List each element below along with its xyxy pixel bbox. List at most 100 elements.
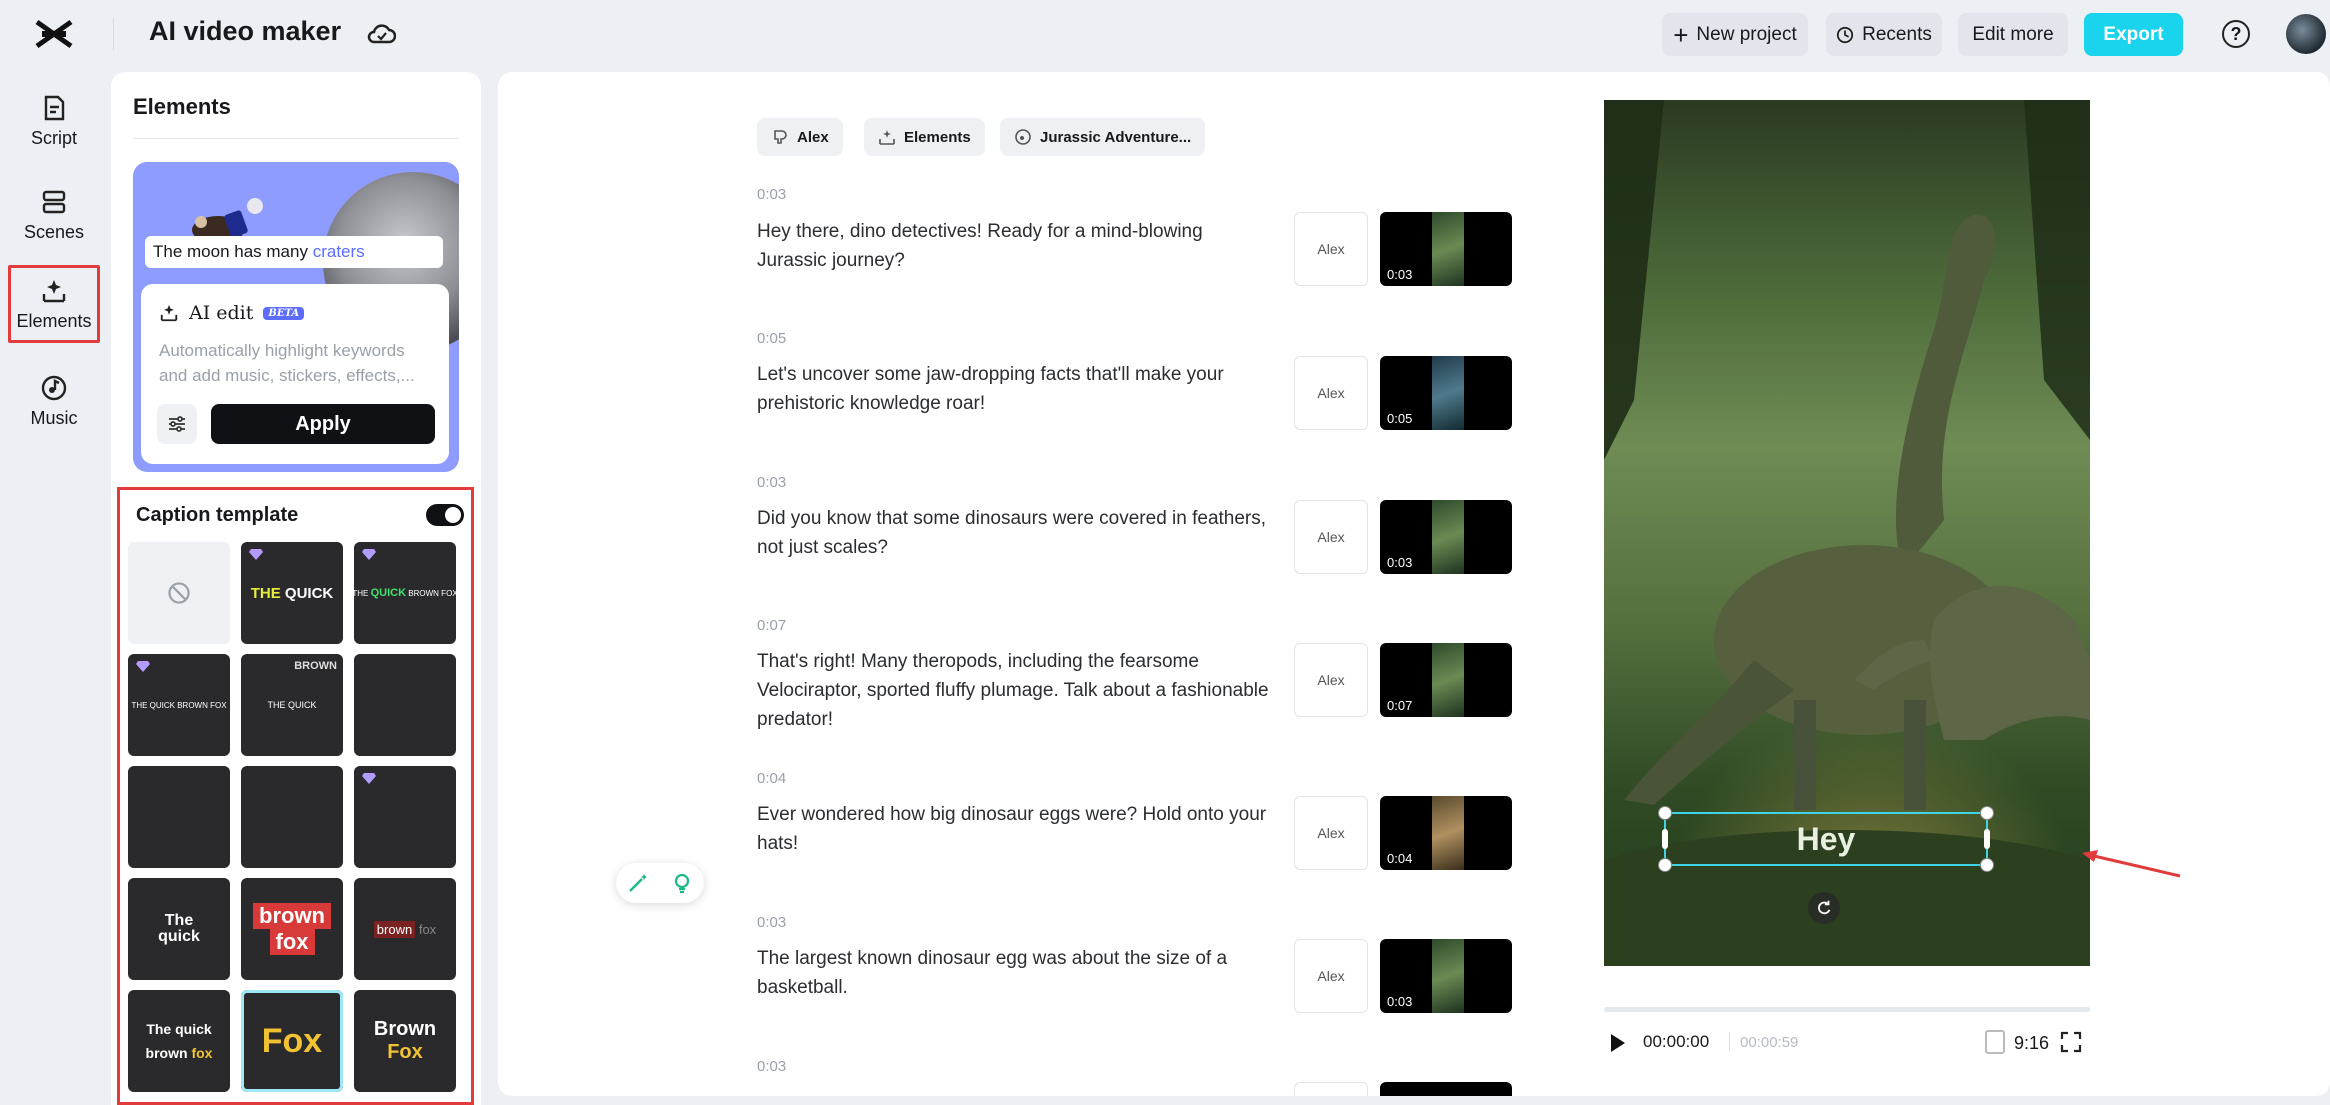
capcut-logo-icon[interactable]: [34, 16, 74, 52]
help-icon[interactable]: ?: [2222, 20, 2250, 48]
caption-selection-box[interactable]: Hey: [1658, 806, 1994, 872]
rotate-handle-icon[interactable]: [1808, 892, 1840, 924]
total-time: 00:00:59: [1740, 1034, 1799, 1051]
caption-template-5[interactable]: BROWN THE QUICK: [241, 654, 343, 756]
aspect-ratio[interactable]: 9:16: [2014, 1033, 2049, 1054]
scene-script-text[interactable]: The largest known dinosaur egg was about…: [757, 944, 1277, 1002]
elements-panel: Elements The moon has many craters AI ed…: [111, 72, 481, 1105]
fullscreen-icon[interactable]: [2060, 1031, 2082, 1053]
scene-thumbnail[interactable]: 0:03: [1380, 939, 1512, 1013]
scene-thumbnail[interactable]: 0:03: [1380, 500, 1512, 574]
script-icon: [44, 95, 65, 120]
caption-template-4[interactable]: THE QUICK BROWN FOX: [128, 654, 230, 756]
scene-thumbnail[interactable]: 0:05: [1380, 356, 1512, 430]
scene-duration: 0:03: [1387, 994, 1413, 1009]
scene-voice-card[interactable]: Alex: [1294, 500, 1368, 574]
aspect-ratio-icon[interactable]: [1985, 1030, 2005, 1054]
scene-script-text[interactable]: That's right! Many theropods, including …: [757, 647, 1277, 734]
scene-thumbnail[interactable]: [1380, 1082, 1512, 1096]
caption-template-14[interactable]: Fox: [241, 990, 343, 1092]
header-divider: [113, 18, 114, 50]
caption-template-9[interactable]: [354, 766, 456, 868]
ai-edit-card: AI edit BETA Automatically highlight key…: [141, 284, 449, 464]
resize-handle-bottom-left[interactable]: [1658, 858, 1672, 872]
thumbnail-frame: [1432, 643, 1464, 717]
adjust-settings-button[interactable]: [157, 404, 197, 444]
scene-voice-card[interactable]: Alex: [1294, 212, 1368, 286]
sliders-icon: [169, 416, 185, 432]
current-time: 00:00:00: [1643, 1032, 1710, 1051]
resize-handle-top-left[interactable]: [1658, 806, 1672, 820]
caption-template-3[interactable]: THE QUICK BROWN FOX: [354, 542, 456, 644]
scene-voice-card[interactable]: Alex: [1294, 939, 1368, 1013]
plus-icon: +: [1673, 19, 1689, 50]
cloud-sync-icon[interactable]: [366, 20, 397, 48]
recents-button[interactable]: Recents: [1826, 13, 1942, 56]
no-template-icon: [168, 582, 190, 604]
rail-item-scenes[interactable]: Scenes: [8, 178, 100, 252]
ai-edit-title: AI edit BETA: [159, 302, 305, 324]
preview-caption-text[interactable]: Hey: [1666, 814, 1986, 864]
app-title: AI video maker: [149, 16, 342, 46]
scene-thumbnail[interactable]: 0:03: [1380, 212, 1512, 286]
voice-chip[interactable]: Alex: [757, 118, 843, 156]
scene-voice-card[interactable]: Alex: [1294, 356, 1368, 430]
scene-voice-card[interactable]: [1294, 1082, 1368, 1096]
scene-script-text[interactable]: Ever wondered how big dinosaur eggs were…: [757, 800, 1277, 858]
rail-item-script[interactable]: Script: [8, 84, 100, 158]
play-icon[interactable]: [1608, 1032, 1628, 1054]
rail-item-elements[interactable]: Elements: [8, 265, 100, 343]
premium-gem-icon: [249, 549, 263, 560]
rail-item-music[interactable]: Music: [8, 364, 100, 438]
magic-wand-icon[interactable]: [626, 871, 650, 895]
ai-edit-promo-card: The moon has many craters AI edit BETA A…: [133, 162, 459, 472]
apply-button[interactable]: Apply: [211, 404, 435, 444]
caption-template-10[interactable]: The quick: [128, 878, 230, 980]
scene-time: 0:05: [757, 330, 787, 347]
caption-template-6[interactable]: [354, 654, 456, 756]
scene-time: 0:03: [757, 186, 787, 203]
scene-script-text[interactable]: Did you know that some dinosaurs were co…: [757, 504, 1277, 562]
export-button[interactable]: Export: [2084, 13, 2183, 56]
premium-gem-icon: [362, 549, 376, 560]
edit-more-button[interactable]: Edit more: [1958, 13, 2068, 56]
music-chip[interactable]: Jurassic Adventure...: [1000, 118, 1206, 156]
music-icon: [1015, 129, 1031, 145]
caption-template-12[interactable]: brown fox: [354, 878, 456, 980]
lightbulb-icon[interactable]: [670, 871, 694, 895]
resize-handle-right[interactable]: [1984, 829, 1990, 849]
scene-voice-card[interactable]: Alex: [1294, 643, 1368, 717]
scene-duration: 0:03: [1387, 267, 1413, 282]
caption-template-15[interactable]: Brown Fox: [354, 990, 456, 1092]
caption-template-2[interactable]: THE QUICK: [241, 542, 343, 644]
video-preview[interactable]: Hey: [1604, 100, 2090, 966]
caption-template-7[interactable]: [128, 766, 230, 868]
scene-script-text[interactable]: Hey there, dino detectives! Ready for a …: [757, 217, 1277, 275]
elements-chip[interactable]: Elements: [864, 118, 985, 156]
caption-template-11[interactable]: brown fox: [241, 878, 343, 980]
new-project-button[interactable]: + New project: [1662, 13, 1808, 56]
resize-handle-top-right[interactable]: [1980, 806, 1994, 820]
scene-time: 0:03: [757, 914, 787, 931]
avatar[interactable]: [2286, 14, 2326, 54]
scene-script-text[interactable]: Let's uncover some jaw-dropping facts th…: [757, 360, 1277, 418]
resize-handle-left[interactable]: [1662, 829, 1668, 849]
scene-thumbnail[interactable]: 0:04: [1380, 796, 1512, 870]
scene-voice-card[interactable]: Alex: [1294, 796, 1368, 870]
thumbnail-frame: [1432, 500, 1464, 574]
caption-template-8[interactable]: [241, 766, 343, 868]
panel-divider: [133, 138, 459, 139]
caption-template-13[interactable]: The quick brown fox: [128, 990, 230, 1092]
scenes-icon: [42, 190, 66, 213]
music-icon: [41, 375, 67, 400]
scene-time: 0:03: [757, 474, 787, 491]
floating-toolbar: [616, 863, 704, 903]
resize-handle-bottom-right[interactable]: [1980, 858, 1994, 872]
caption-template-none[interactable]: [128, 542, 230, 644]
caption-template-toggle[interactable]: [426, 504, 464, 526]
clock-icon: [1837, 26, 1854, 43]
scene-thumbnail[interactable]: 0:07: [1380, 643, 1512, 717]
playback-progress-bar[interactable]: [1604, 1007, 2090, 1012]
ai-edit-icon: [160, 304, 178, 322]
thumbnail-frame: [1432, 212, 1464, 286]
